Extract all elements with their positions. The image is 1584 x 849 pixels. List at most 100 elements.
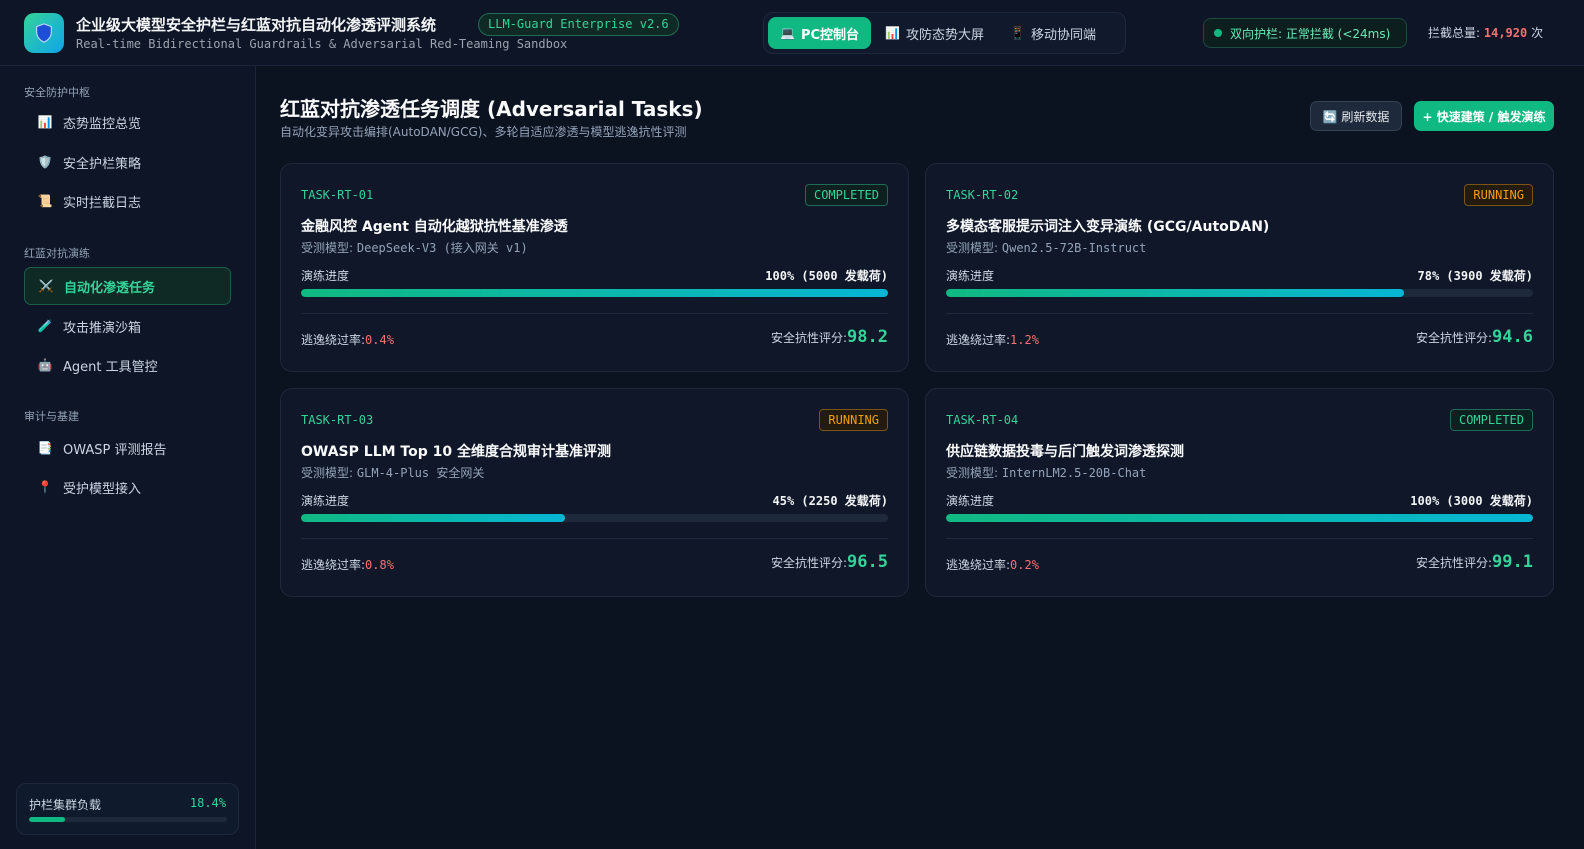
- model-label: 受测模型:: [946, 466, 999, 480]
- page-title: 红蓝对抗渗透任务调度 (Adversarial Tasks): [280, 97, 703, 121]
- chart-icon: 📊: [37, 115, 53, 129]
- resistance-score: 安全抗性评分:94.6: [1416, 327, 1533, 347]
- sidebar-item-model-access[interactable]: 📍 受护模型接入: [24, 468, 231, 506]
- evasion-rate: 逃逸绕过率:0.8%: [301, 556, 394, 573]
- score-label: 安全抗性评分:: [1416, 331, 1493, 345]
- intercept-count: 14,920: [1483, 26, 1528, 40]
- status-badge: RUNNING: [1464, 184, 1533, 206]
- test-tube-icon: 🧪: [37, 319, 53, 333]
- progress-value: 100% (5000 发载荷): [765, 269, 888, 283]
- progress-bar: [946, 289, 1533, 297]
- tab-situation-screen[interactable]: 📊 攻防态势大屏: [873, 17, 996, 49]
- sidebar-group-title: 红蓝对抗演练: [24, 247, 90, 260]
- sidebar-item-label: 受护模型接入: [63, 481, 142, 497]
- status-badge: RUNNING: [819, 409, 888, 431]
- task-id: TASK-RT-04: [946, 413, 1019, 427]
- score-label: 安全抗性评分:: [1416, 556, 1493, 570]
- divider: [301, 313, 888, 314]
- evasion-label: 逃逸绕过率:: [301, 333, 366, 347]
- sidebar-item-label: 自动化渗透任务: [64, 280, 156, 296]
- score-value: 96.5: [847, 552, 888, 572]
- sidebar-item-label: OWASP 评测报告: [63, 442, 167, 458]
- evasion-value: 0.2%: [1010, 558, 1039, 572]
- task-title: 供应链数据投毒与后门触发词渗透探测: [946, 444, 1184, 460]
- cluster-load-fill: [29, 817, 66, 822]
- top-header: 企业级大模型安全护栏与红蓝对抗自动化渗透评测系统 LLM-Guard Enter…: [0, 0, 1584, 66]
- progress-label: 演练进度: [946, 269, 995, 283]
- task-id: TASK-RT-03: [301, 413, 374, 427]
- divider: [946, 538, 1533, 539]
- task-card[interactable]: TASK-RT-03 RUNNING OWASP LLM Top 10 全维度合规审…: [280, 388, 909, 597]
- status-badge: COMPLETED: [1449, 409, 1533, 431]
- progress-fill: [301, 514, 566, 522]
- task-model: 受测模型: DeepSeek-V3 (接入网关 v1): [301, 239, 528, 256]
- refresh-button[interactable]: 🔄 刷新数据: [1310, 101, 1402, 131]
- intercept-unit: 次: [1531, 26, 1544, 40]
- scroll-icon: 📜: [37, 194, 53, 208]
- task-card[interactable]: TASK-RT-04 COMPLETED 供应链数据投毒与后门触发词渗透探测 受测模型…: [925, 388, 1554, 597]
- cluster-load-bar: [29, 817, 227, 822]
- progress-bar: [301, 289, 888, 297]
- resistance-score: 安全抗性评分:96.5: [771, 552, 888, 572]
- sidebar-item-intercept-log[interactable]: 📜 实时拦截日志: [24, 182, 231, 220]
- progress-label: 演练进度: [301, 494, 350, 508]
- evasion-rate: 逃逸绕过率:1.2%: [946, 331, 1039, 348]
- evasion-label: 逃逸绕过率:: [946, 333, 1011, 347]
- evasion-rate: 逃逸绕过率:0.2%: [946, 556, 1039, 573]
- task-card[interactable]: TASK-RT-02 RUNNING 多模态客服提示词注入变异演练 (GCG/Aut…: [925, 163, 1554, 372]
- sidebar-item-guard-policy[interactable]: 🛡️ 安全护栏策略: [24, 143, 231, 181]
- cluster-load-card: 护栏集群负载 18.4%: [16, 783, 239, 835]
- task-title: 金融风控 Agent 自动化越狱抗性基准渗透: [301, 219, 568, 235]
- shield-icon: 🛡️: [37, 155, 53, 169]
- sidebar-item-label: 实时拦截日志: [63, 195, 142, 211]
- laptop-icon: 💻: [780, 26, 795, 40]
- evasion-rate: 逃逸绕过率:0.4%: [301, 331, 394, 348]
- evasion-label: 逃逸绕过率:: [301, 558, 366, 572]
- quick-create-drill-button[interactable]: + 快速建策 / 触发演练: [1414, 101, 1554, 131]
- model-name: DeepSeek-V3 (接入网关 v1): [356, 241, 528, 255]
- app-title: 企业级大模型安全护栏与红蓝对抗自动化渗透评测系统: [76, 16, 437, 34]
- divider: [946, 313, 1533, 314]
- mobile-icon: 📱: [1010, 26, 1025, 40]
- sidebar-item-label: Agent 工具管控: [63, 359, 158, 375]
- score-label: 安全抗性评分:: [771, 331, 848, 345]
- tab-label: 攻防态势大屏: [905, 27, 984, 43]
- sidebar-item-attack-sandbox[interactable]: 🧪 攻击推演沙箱: [24, 307, 231, 345]
- resistance-score: 安全抗性评分:98.2: [771, 327, 888, 347]
- task-model: 受测模型: InternLM2.5-20B-Chat: [946, 464, 1146, 481]
- sidebar-item-label: 攻击推演沙箱: [63, 320, 142, 336]
- version-badge: LLM-Guard Enterprise v2.6: [478, 13, 679, 36]
- divider: [301, 538, 888, 539]
- sidebar-group-title: 审计与基建: [24, 410, 79, 423]
- resistance-score: 安全抗性评分:99.1: [1416, 552, 1533, 572]
- score-value: 94.6: [1492, 327, 1533, 347]
- model-name: GLM-4-Plus 安全网关: [356, 466, 485, 480]
- evasion-value: 1.2%: [1010, 333, 1039, 347]
- status-dot-icon: [1214, 29, 1222, 37]
- model-label: 受测模型:: [946, 241, 999, 255]
- sidebar-item-agent-tools[interactable]: 🤖 Agent 工具管控: [24, 346, 231, 384]
- evasion-value: 0.4%: [365, 333, 394, 347]
- progress-bar: [946, 514, 1533, 522]
- sidebar-item-pentest-tasks[interactable]: ⚔️ 自动化渗透任务: [24, 267, 231, 305]
- shield-logo-icon: [24, 13, 64, 53]
- progress-bar: [301, 514, 888, 522]
- task-card[interactable]: TASK-RT-01 COMPLETED 金融风控 Agent 自动化越狱抗性基准渗…: [280, 163, 909, 372]
- task-id: TASK-RT-01: [301, 188, 374, 202]
- progress-value: 45% (2250 发载荷): [772, 494, 888, 508]
- tab-pc-console[interactable]: 💻 PC控制台: [768, 17, 872, 49]
- evasion-label: 逃逸绕过率:: [946, 558, 1011, 572]
- tab-mobile[interactable]: 📱 移动协同端: [998, 17, 1108, 49]
- progress-fill: [946, 514, 1533, 522]
- progress-fill: [946, 289, 1404, 297]
- task-model: 受测模型: GLM-4-Plus 安全网关: [301, 464, 484, 481]
- sidebar-item-overview[interactable]: 📊 态势监控总览: [24, 103, 231, 141]
- tab-label: 移动协同端: [1030, 27, 1096, 43]
- app-subtitle: Real-time Bidirectional Guardrails & Adv…: [76, 37, 568, 51]
- sidebar-item-owasp-report[interactable]: 📑 OWASP 评测报告: [24, 429, 231, 467]
- model-label: 受测模型:: [301, 241, 354, 255]
- task-title: OWASP LLM Top 10 全维度合规审计基准评测: [301, 444, 611, 460]
- progress-fill: [301, 289, 888, 297]
- progress-value: 100% (3000 发载荷): [1410, 494, 1533, 508]
- intercept-label: 拦截总量:: [1428, 26, 1481, 40]
